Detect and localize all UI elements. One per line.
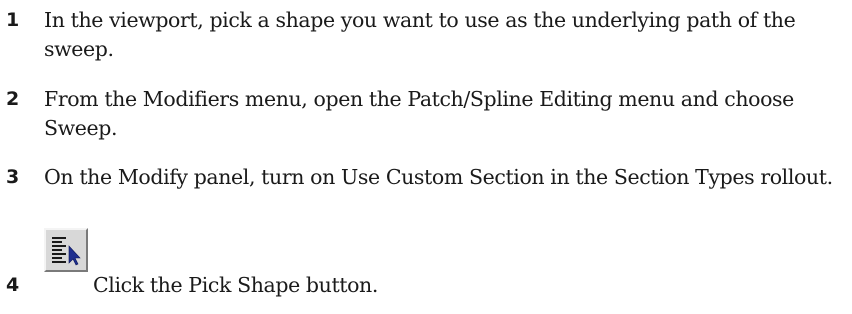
pick-shape-button[interactable] (44, 228, 88, 272)
pick-shape-icon (52, 237, 81, 266)
step-text: In the viewport, pick a shape you want t… (44, 8, 796, 61)
step-text: On the Modify panel, turn on Use Custom … (44, 165, 833, 189)
step-number: 4 (6, 274, 20, 296)
step-number: 3 (6, 166, 20, 188)
step-text: Click the Pick Shape button. (93, 273, 378, 297)
step-number: 2 (6, 88, 20, 110)
step-text: From the Modifiers menu, open the Patch/… (44, 87, 794, 140)
step-number: 1 (6, 9, 20, 31)
